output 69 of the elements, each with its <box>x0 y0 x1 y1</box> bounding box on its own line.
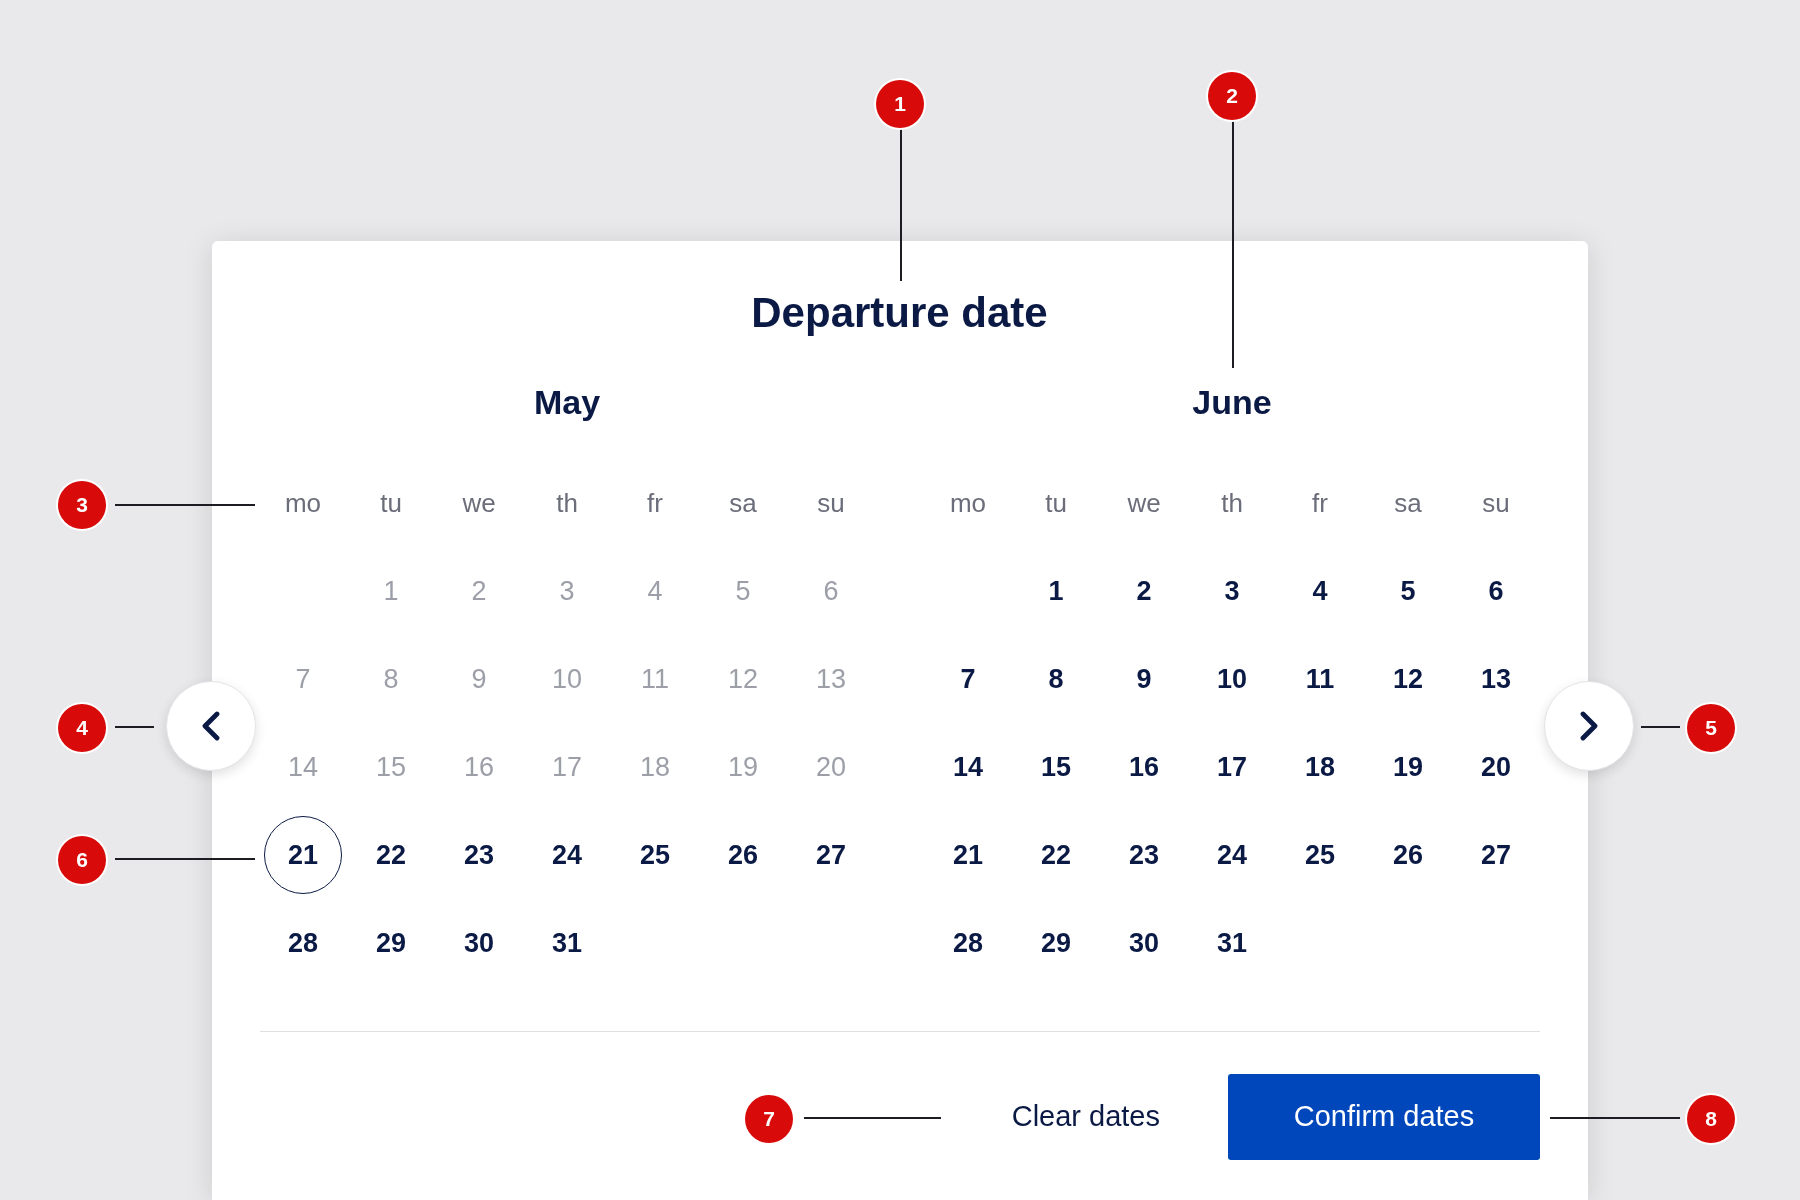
weekday-label: sa <box>729 486 757 520</box>
calendar-day[interactable]: 30 <box>440 904 518 982</box>
calendar-day[interactable]: 4 <box>1281 552 1359 630</box>
weekday-label: we <box>1127 486 1161 520</box>
callout-number: 6 <box>58 836 106 884</box>
month-title: May <box>532 383 602 421</box>
calendar-day[interactable]: 10 <box>1193 640 1271 718</box>
callout-number: 3 <box>58 481 106 529</box>
leader-line <box>115 726 154 728</box>
calendar-day[interactable]: 26 <box>704 816 782 894</box>
weekday-label: tu <box>380 486 402 520</box>
weekday-label: tu <box>1045 486 1067 520</box>
calendar-day[interactable]: 20 <box>1457 728 1535 806</box>
calendar-day[interactable]: 26 <box>1369 816 1447 894</box>
calendar-day[interactable]: 27 <box>792 816 870 894</box>
month-title: June <box>1191 383 1273 421</box>
callout-number: 4 <box>58 704 106 752</box>
weekday-label: mo <box>949 486 987 520</box>
confirm-button[interactable]: Confirm dates <box>1228 1074 1540 1160</box>
calendar-day[interactable]: 6 <box>1457 552 1535 630</box>
calendar-day[interactable]: 24 <box>528 816 606 894</box>
weekday-label: sa <box>1394 486 1422 520</box>
calendar-day[interactable]: 23 <box>440 816 518 894</box>
weekday-label: fr <box>1312 486 1328 520</box>
calendar-day[interactable]: 3 <box>1193 552 1271 630</box>
calendar-day[interactable]: 5 <box>1369 552 1447 630</box>
calendar-day[interactable]: 12 <box>1369 640 1447 718</box>
calendar-day[interactable]: 9 <box>1105 640 1183 718</box>
calendar-day[interactable]: 1 <box>1017 552 1095 630</box>
calendar-day[interactable]: 28 <box>264 904 342 982</box>
calendar-day[interactable]: 16 <box>1105 728 1183 806</box>
weekday-label: th <box>556 486 578 520</box>
calendar-day[interactable]: 23 <box>1105 816 1183 894</box>
weekday-label: fr <box>647 486 663 520</box>
weekday-label: th <box>1221 486 1243 520</box>
callout-number: 8 <box>1687 1095 1735 1143</box>
calendar-day[interactable]: 30 <box>1105 904 1183 982</box>
calendar-day[interactable]: 15 <box>1017 728 1095 806</box>
weekday-label: we <box>462 486 496 520</box>
calendar-day[interactable]: 8 <box>1017 640 1095 718</box>
calendar-day[interactable]: 11 <box>1281 640 1359 718</box>
calendar-day[interactable]: 22 <box>352 816 430 894</box>
callout-number: 1 <box>876 80 924 128</box>
calendar-day[interactable]: 31 <box>1193 904 1271 982</box>
leader-line <box>1641 726 1680 728</box>
weekday-label: su <box>817 486 845 520</box>
calendar-day[interactable]: 25 <box>616 816 694 894</box>
calendar-day[interactable]: 29 <box>1017 904 1095 982</box>
calendar-day[interactable]: 24 <box>1193 816 1271 894</box>
callout-number: 5 <box>1687 704 1735 752</box>
calendar-day[interactable]: 18 <box>1281 728 1359 806</box>
calendar-day[interactable]: 21 <box>929 816 1007 894</box>
calendar-day[interactable]: 14 <box>929 728 1007 806</box>
calendar-day[interactable]: 28 <box>929 904 1007 982</box>
calendar-day[interactable]: 27 <box>1457 816 1535 894</box>
calendar-day[interactable]: 7 <box>929 640 1007 718</box>
calendar-day[interactable]: 13 <box>1457 640 1535 718</box>
weekday-label: su <box>1482 486 1510 520</box>
calendar-day[interactable]: 29 <box>352 904 430 982</box>
calendar-day[interactable]: 22 <box>1017 816 1095 894</box>
calendar-day[interactable]: 31 <box>528 904 606 982</box>
calendar-day[interactable]: 17 <box>1193 728 1271 806</box>
calendar-day[interactable]: 19 <box>1369 728 1447 806</box>
calendar-day[interactable]: 2 <box>1105 552 1183 630</box>
clear-link[interactable]: Clear dates <box>987 1085 1184 1149</box>
calendar-day[interactable]: 25 <box>1281 816 1359 894</box>
callout-number: 2 <box>1208 72 1256 120</box>
dialog-title: Departure date <box>750 289 1049 337</box>
weekday-label: mo <box>284 486 322 520</box>
